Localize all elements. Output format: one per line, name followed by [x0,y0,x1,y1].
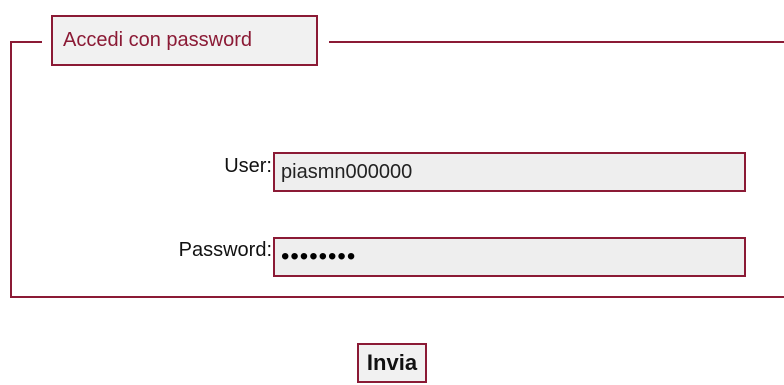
password-input[interactable] [273,237,746,277]
user-label: User: [224,155,272,177]
login-page: Accedi con password User: Password: Invi… [0,0,784,385]
login-legend: Accedi con password [51,15,318,66]
user-input[interactable] [273,152,746,192]
password-label: Password: [178,239,272,261]
submit-button[interactable]: Invia [357,343,427,383]
